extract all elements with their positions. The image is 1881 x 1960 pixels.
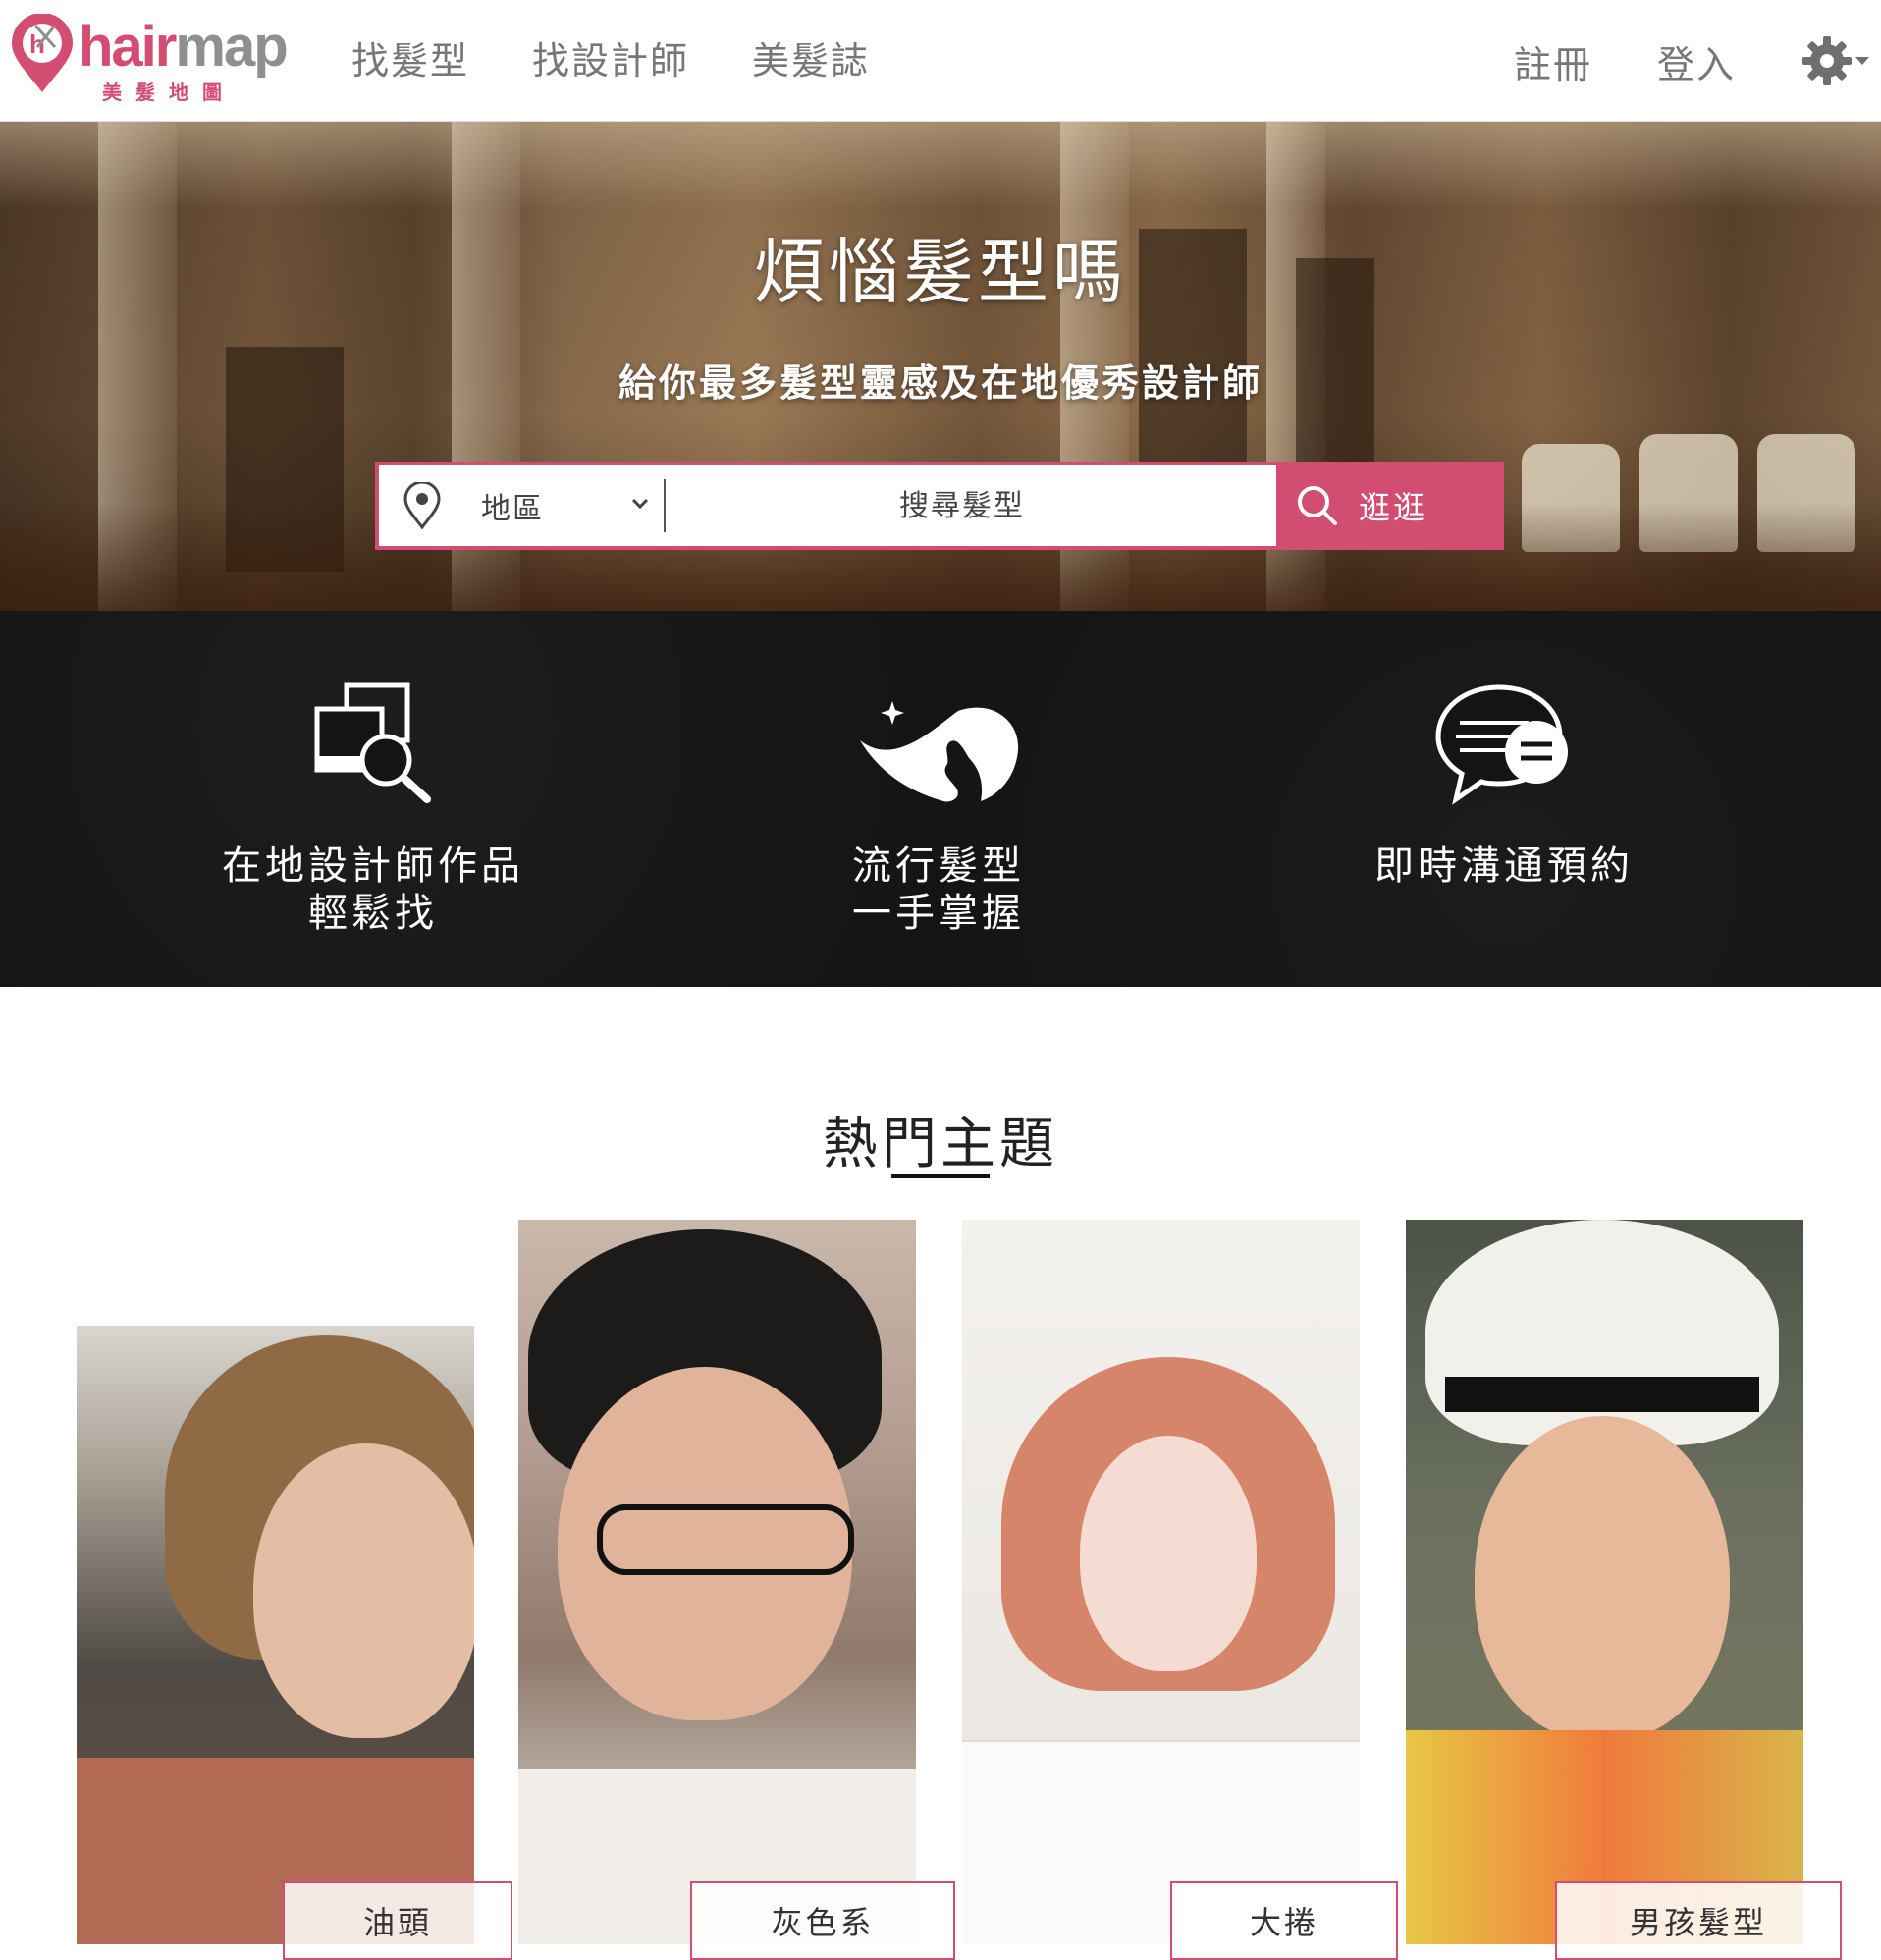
area-select[interactable]: 地區 xyxy=(379,465,664,546)
feature-1-line1: 在地設計師作品 xyxy=(222,844,524,889)
topic-card-boy-style[interactable] xyxy=(1406,1220,1803,1944)
login-link[interactable]: 登入 xyxy=(1657,34,1736,88)
hero-subtitle: 給你最多髮型靈感及在地優秀設計師 xyxy=(618,361,1263,405)
hat-band xyxy=(1445,1377,1759,1412)
topic-card-big-curl[interactable] xyxy=(962,1220,1360,1944)
face-shape xyxy=(253,1443,474,1738)
glasses-shape xyxy=(597,1504,854,1575)
topic-card-oil-head[interactable] xyxy=(77,1326,474,1944)
hot-topics-underline xyxy=(891,1174,990,1178)
settings-menu[interactable] xyxy=(1800,34,1871,87)
account-nav: 註冊 登入 xyxy=(1514,31,1881,90)
chevron-down-icon xyxy=(631,498,649,510)
search-icon xyxy=(1298,486,1337,525)
topic-tag-big-curl[interactable]: 大捲 xyxy=(1170,1881,1398,1960)
feature-trending-styles: 流行髮型 一手掌握 xyxy=(732,680,1145,937)
hot-topics-title: 熱門主題 xyxy=(823,1113,1058,1176)
hero-title: 煩惱髮型嗎 xyxy=(753,231,1127,313)
hero-ceiling-decor xyxy=(0,121,1881,209)
topic-tag-gray[interactable]: 灰色系 xyxy=(690,1881,955,1960)
logo-pin-icon: h xyxy=(12,14,73,92)
area-select-label: 地區 xyxy=(481,492,544,526)
nav-find-hairstyle[interactable]: 找髮型 xyxy=(351,31,469,90)
chat-icon xyxy=(1435,684,1568,805)
logo-map: map xyxy=(175,15,288,79)
hairstyle-search-input[interactable] xyxy=(666,464,1259,547)
hair-profile-icon xyxy=(860,701,1019,802)
hairmap-logo[interactable]: h hairmap 美髮地圖 xyxy=(8,14,302,104)
features-strip: 在地設計師作品 輕鬆找 流行髮型 一手掌握 即時溝通預約 xyxy=(0,611,1881,987)
feature-2-line2: 一手掌握 xyxy=(852,891,1025,936)
top-header: h hairmap 美髮地圖 找髮型 找設計師 美髮誌 註冊 登入 xyxy=(0,0,1881,122)
logo-subtitle: 美髮地圖 xyxy=(102,81,236,104)
gear-icon xyxy=(1802,36,1852,85)
main-nav: 找髮型 找設計師 美髮誌 xyxy=(351,31,933,90)
nav-magazine[interactable]: 美髮誌 xyxy=(752,31,870,90)
nav-find-designer[interactable]: 找設計師 xyxy=(532,31,689,90)
chevron-down-icon xyxy=(1855,57,1869,65)
logo-hair: hair xyxy=(79,15,177,79)
face-shape xyxy=(1080,1436,1257,1671)
location-pin-icon xyxy=(403,482,441,529)
face-shape xyxy=(1475,1416,1730,1740)
feature-designer-works: 在地設計師作品 輕鬆找 xyxy=(167,680,579,937)
feature-3-line1: 即時溝通預約 xyxy=(1374,844,1634,889)
topic-tag-oil-head[interactable]: 油頭 xyxy=(283,1881,512,1960)
feature-instant-booking: 即時溝通預約 xyxy=(1298,680,1710,890)
feature-1-line2: 輕鬆找 xyxy=(308,891,438,936)
logo-wordmark: hairmap xyxy=(79,15,289,79)
register-link[interactable]: 註冊 xyxy=(1514,34,1592,88)
search-button-label: 逛逛 xyxy=(1359,489,1428,526)
topic-card-gray[interactable] xyxy=(518,1220,916,1944)
search-bar: 地區 逛逛 xyxy=(375,462,1504,550)
topic-tag-boy-style[interactable]: 男孩髮型 xyxy=(1555,1881,1842,1960)
feature-2-line1: 流行髮型 xyxy=(852,844,1025,889)
search-button[interactable]: 逛逛 xyxy=(1276,462,1504,550)
image-search-icon xyxy=(314,682,431,803)
